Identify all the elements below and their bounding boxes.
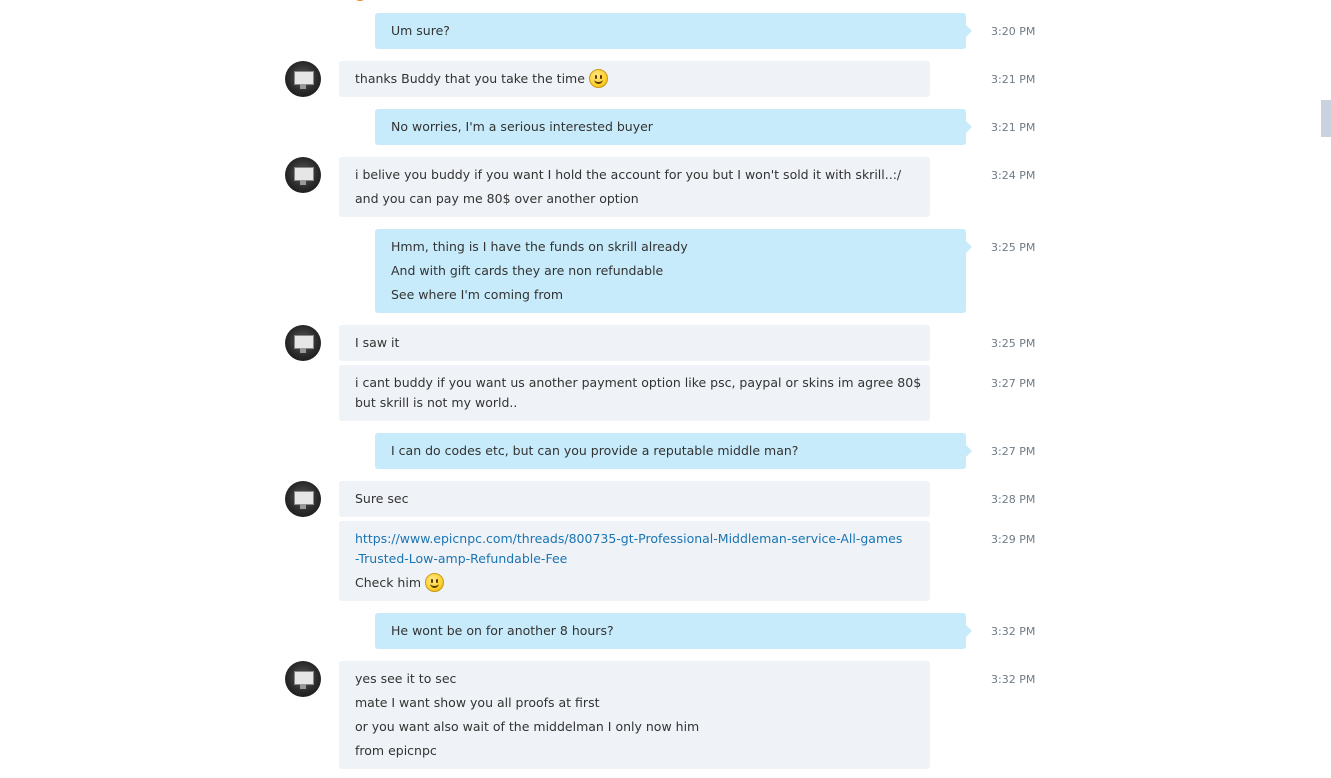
message-link[interactable]: -Trusted-Low-amp-Refundable-Fee (355, 549, 914, 569)
message-timestamp: 3:28 PM (991, 493, 1036, 506)
contact-avatar-icon[interactable] (285, 661, 321, 697)
message-text: mate I want show you all proofs at first (355, 695, 600, 710)
message-text: i cant buddy if you want us another paym… (355, 375, 922, 390)
incoming-message[interactable]: i cant buddy if you want us another paym… (339, 365, 930, 421)
message-text: I saw it (355, 335, 400, 350)
message-text: and you can pay me 80$ over another opti… (355, 191, 639, 206)
smile-emoji-icon (588, 69, 608, 88)
outgoing-message[interactable]: Hmm, thing is I have the funds on skrill… (375, 229, 972, 313)
message-timestamp: 3:25 PM (991, 241, 1036, 254)
message-text: i belive you buddy if you want I hold th… (355, 167, 902, 182)
message-timestamp: 3:29 PM (991, 533, 1036, 546)
incoming-message[interactable]: yes see it to sec mate I want show you a… (339, 661, 930, 769)
outgoing-message[interactable]: I can do codes etc, but can you provide … (375, 433, 972, 469)
smile-emoji-icon (425, 573, 444, 592)
incoming-message[interactable]: i belive you buddy if you want I hold th… (339, 157, 930, 217)
message-timestamp: 3:32 PM (991, 625, 1036, 638)
message-text: Sure sec (355, 491, 409, 506)
message-text: See where I'm coming from (391, 287, 564, 302)
message-text: And with gift cards they are non refunda… (391, 263, 664, 278)
message-link[interactable]: https://www.epicnpc.com/threads/800735-g… (355, 529, 914, 549)
message-text: or you want also wait of the middelman I… (355, 719, 700, 734)
message-text: but skrill is not my world.. (355, 395, 518, 410)
message-text: No worries, I'm a serious interested buy… (391, 119, 653, 134)
message-text: Check him (355, 575, 421, 590)
outgoing-message[interactable]: No worries, I'm a serious interested buy… (375, 109, 972, 145)
incoming-message[interactable]: https://www.epicnpc.com/threads/800735-g… (339, 521, 930, 601)
scrollbar-thumb[interactable] (1321, 100, 1331, 137)
message-timestamp: 3:24 PM (991, 169, 1036, 182)
contact-avatar-icon[interactable] (285, 157, 321, 193)
partial-emoji-icon (353, 0, 367, 1)
message-timestamp: 3:20 PM (991, 25, 1036, 38)
message-text: Um sure? (391, 23, 450, 38)
message-timestamp: 3:27 PM (991, 377, 1036, 390)
message-text: He wont be on for another 8 hours? (391, 623, 614, 638)
message-timestamp: 3:27 PM (991, 445, 1036, 458)
contact-avatar-icon[interactable] (285, 61, 321, 97)
outgoing-message[interactable]: Um sure? (375, 13, 972, 49)
message-text: yes see it to sec (355, 671, 457, 686)
incoming-message[interactable]: Sure sec (339, 481, 930, 517)
contact-avatar-icon[interactable] (285, 481, 321, 517)
message-timestamp: 3:21 PM (991, 121, 1036, 134)
message-text: from epicnpc (355, 743, 437, 758)
message-text: Hmm, thing is I have the funds on skrill… (391, 239, 688, 254)
message-timestamp: 3:32 PM (991, 673, 1036, 686)
incoming-message[interactable]: I saw it (339, 325, 930, 361)
message-timestamp: 3:21 PM (991, 73, 1036, 86)
contact-avatar-icon[interactable] (285, 325, 321, 361)
message-timestamp: 3:25 PM (991, 337, 1036, 350)
message-text: thanks Buddy that you take the time (355, 71, 585, 86)
outgoing-message[interactable]: He wont be on for another 8 hours? (375, 613, 972, 649)
incoming-message[interactable]: thanks Buddy that you take the time (339, 61, 930, 97)
message-text: I can do codes etc, but can you provide … (391, 443, 799, 458)
